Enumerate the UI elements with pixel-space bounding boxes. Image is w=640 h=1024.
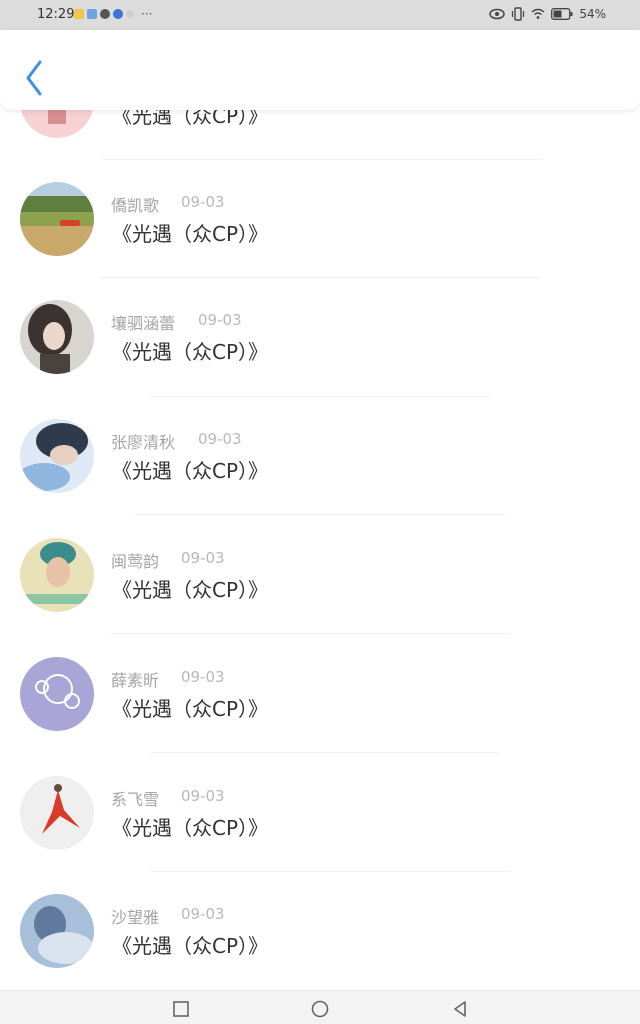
avatar xyxy=(20,300,94,374)
post-date: 09-03 xyxy=(181,668,225,686)
list-item[interactable]: 壤驷涵蕾 09-03 《光遇（众CP）》 xyxy=(0,300,640,418)
post-date: 09-03 xyxy=(181,905,225,923)
list-item[interactable]: 僑凯歌 09-03 《光遇（众CP）》 xyxy=(0,182,640,300)
divider xyxy=(100,277,540,278)
triangle-back-icon[interactable] xyxy=(450,999,470,1019)
status-app-icons: ··· xyxy=(74,7,153,21)
eye-icon xyxy=(489,8,506,20)
user-name: 壤驷涵蕾 xyxy=(111,314,176,333)
post-date: 09-03 xyxy=(181,787,225,805)
avatar xyxy=(20,894,94,968)
user-name: 薛素昕 xyxy=(111,671,160,690)
chevron-left-icon[interactable] xyxy=(20,58,50,98)
status-time: 12:29 xyxy=(37,7,75,22)
avatar xyxy=(20,182,94,256)
status-bar: 12:29 ··· 54% xyxy=(0,0,640,30)
user-name: 沙望雅 xyxy=(111,908,160,927)
app-notification-icon xyxy=(126,10,134,18)
more-notifications-icon: ··· xyxy=(141,7,153,21)
user-name: 闽莺韵 xyxy=(111,552,160,571)
post-date: 09-03 xyxy=(181,193,225,211)
app-notification-icon xyxy=(74,9,84,19)
post-title: 《光遇（众CP）》 xyxy=(112,697,269,721)
avatar xyxy=(20,657,94,731)
app-notification-icon xyxy=(87,9,97,19)
post-title: 《光遇（众CP）》 xyxy=(112,340,269,364)
divider xyxy=(150,396,490,397)
post-title: 《光遇（众CP）》 xyxy=(112,934,269,958)
divider xyxy=(102,159,542,160)
post-title: 《光遇（众CP）》 xyxy=(112,816,269,840)
battery-icon xyxy=(551,8,573,20)
wechat-icon xyxy=(100,9,110,19)
post-title: 《光遇（众CP）》 xyxy=(112,459,269,483)
screen: 12:29 ··· 54% 《光遇（众CP）》 僑凯歌 09-03 《光遇（众C… xyxy=(0,0,640,1024)
avatar xyxy=(20,776,94,850)
list-item[interactable]: 张廖清秋 09-03 《光遇（众CP）》 xyxy=(0,419,640,537)
divider xyxy=(150,752,500,753)
post-date: 09-03 xyxy=(181,549,225,567)
circle-icon[interactable] xyxy=(310,999,330,1019)
post-title: 《光遇（众CP）》 xyxy=(112,222,269,246)
user-name: 系飞雪 xyxy=(111,790,160,809)
system-nav-bar xyxy=(0,990,640,1024)
divider xyxy=(110,633,510,634)
divider xyxy=(150,871,510,872)
app-notification-icon xyxy=(113,9,123,19)
user-name: 张廖清秋 xyxy=(111,433,176,452)
avatar xyxy=(20,419,94,493)
header-bar xyxy=(0,30,640,110)
wifi-icon xyxy=(531,8,545,19)
square-icon[interactable] xyxy=(171,999,191,1019)
avatar xyxy=(20,538,94,612)
list-item[interactable]: 系飞雪 09-03 《光遇（众CP）》 xyxy=(0,776,640,894)
battery-percent: 54% xyxy=(579,7,606,21)
post-date: 09-03 xyxy=(198,430,242,448)
user-name: 僑凯歌 xyxy=(111,196,160,215)
list-item[interactable]: 闽莺韵 09-03 《光遇（众CP）》 xyxy=(0,538,640,656)
divider xyxy=(135,514,505,515)
list-item[interactable]: 薛素昕 09-03 《光遇（众CP）》 xyxy=(0,657,640,775)
status-right: 54% xyxy=(489,7,606,21)
post-title: 《光遇（众CP）》 xyxy=(112,578,269,602)
post-date: 09-03 xyxy=(198,311,242,329)
vibrate-icon xyxy=(512,7,525,21)
